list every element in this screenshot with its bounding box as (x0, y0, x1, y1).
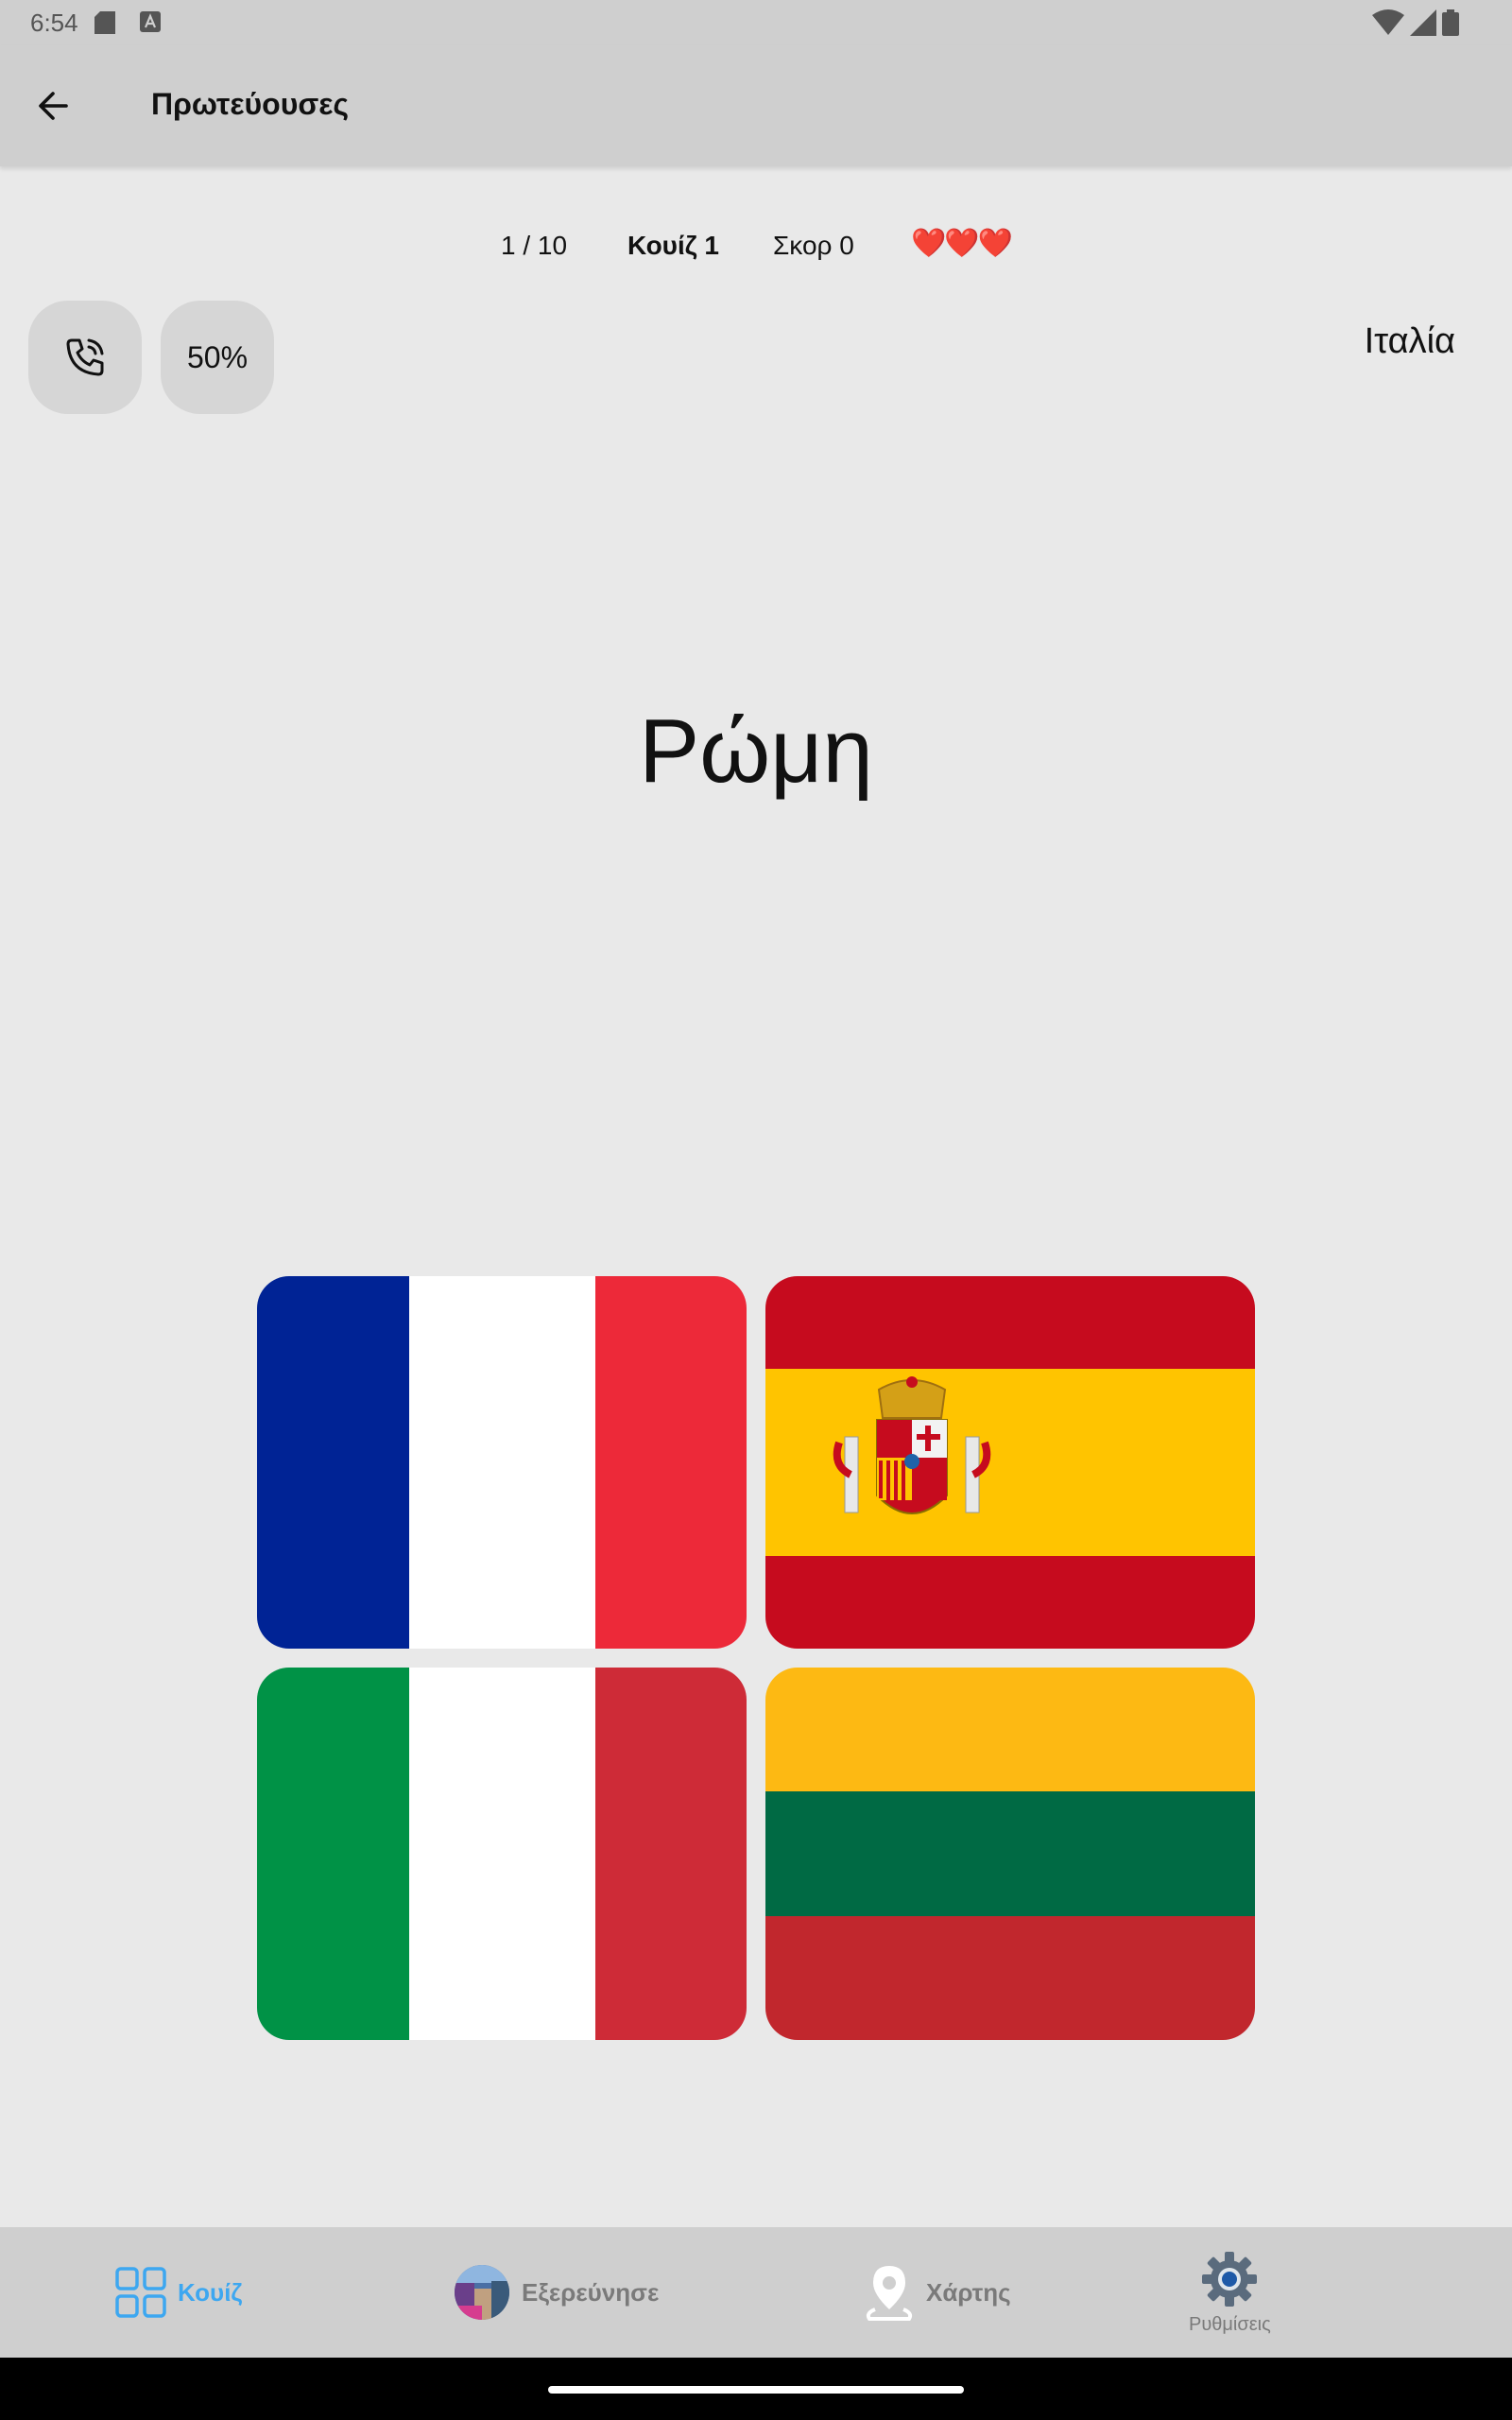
spain-flag-icon (765, 1276, 1255, 1649)
quiz-name: Κουίζ 1 (627, 231, 720, 260)
page-title: Πρωτεύουσες (151, 87, 350, 121)
arrow-left-icon (39, 92, 68, 120)
grid-icon (115, 2267, 166, 2318)
sd-card-icon (94, 11, 115, 34)
nav-tab-quiz[interactable]: Κουίζ (115, 2227, 242, 2358)
france-flag-icon (257, 1276, 747, 1649)
app-bar: Πρωτεύουσες (0, 45, 1512, 166)
bottom-navigation: Κουίζ Εξερεύνησε Χάρτης Ρυθμίσεις (0, 2227, 1512, 2358)
nav-label-quiz: Κουίζ (178, 2277, 243, 2307)
option-flag-italy[interactable] (257, 1668, 747, 2040)
fifty-fifty-lifeline-button[interactable]: 50% (161, 301, 274, 414)
cell-signal-icon (1410, 9, 1436, 36)
question-text: Ρώμη (639, 700, 873, 802)
battery-icon (1442, 9, 1459, 36)
option-flag-lithuania[interactable] (765, 1668, 1255, 2040)
back-button[interactable] (23, 76, 83, 136)
nav-tab-map[interactable]: Χάρτης (864, 2227, 1011, 2358)
phone-call-icon (66, 338, 104, 376)
lithuania-flag-icon (765, 1668, 1255, 2040)
option-flag-spain[interactable] (765, 1276, 1255, 1649)
system-gesture-bar (0, 2358, 1512, 2420)
country-label: Ιταλία (1364, 321, 1455, 361)
phone-lifeline-button[interactable] (28, 301, 142, 414)
map-pin-icon (866, 2266, 913, 2321)
italy-flag-icon (257, 1668, 747, 2040)
nav-label-settings: Ρυθμίσεις (1189, 2313, 1271, 2335)
status-time: 6:54 (30, 9, 78, 37)
nav-label-explore: Εξερεύνησε (522, 2277, 660, 2307)
score-label: Σκορ 0 (773, 231, 854, 260)
nav-tab-explore[interactable]: Εξερεύνησε (454, 2227, 659, 2358)
option-flag-france[interactable] (257, 1276, 747, 1649)
wifi-icon (1372, 9, 1404, 35)
quiz-info-row: 1 / 10 Κουίζ 1 Σκορ 0 ❤️❤️❤️ (0, 227, 1512, 265)
lives-hearts: ❤️❤️❤️ (911, 228, 1013, 259)
nav-label-map: Χάρτης (926, 2277, 1011, 2307)
status-bar: 6:54 (0, 0, 1512, 45)
question-progress: 1 / 10 (501, 231, 568, 260)
home-gesture-handle[interactable] (548, 2386, 964, 2394)
text-a-icon (140, 11, 161, 32)
gear-icon (1202, 2251, 1258, 2307)
nav-tab-settings[interactable]: Ρυθμίσεις (1189, 2227, 1271, 2358)
explore-globe-icon (455, 2265, 509, 2320)
fifty-fifty-label: 50% (186, 339, 249, 374)
